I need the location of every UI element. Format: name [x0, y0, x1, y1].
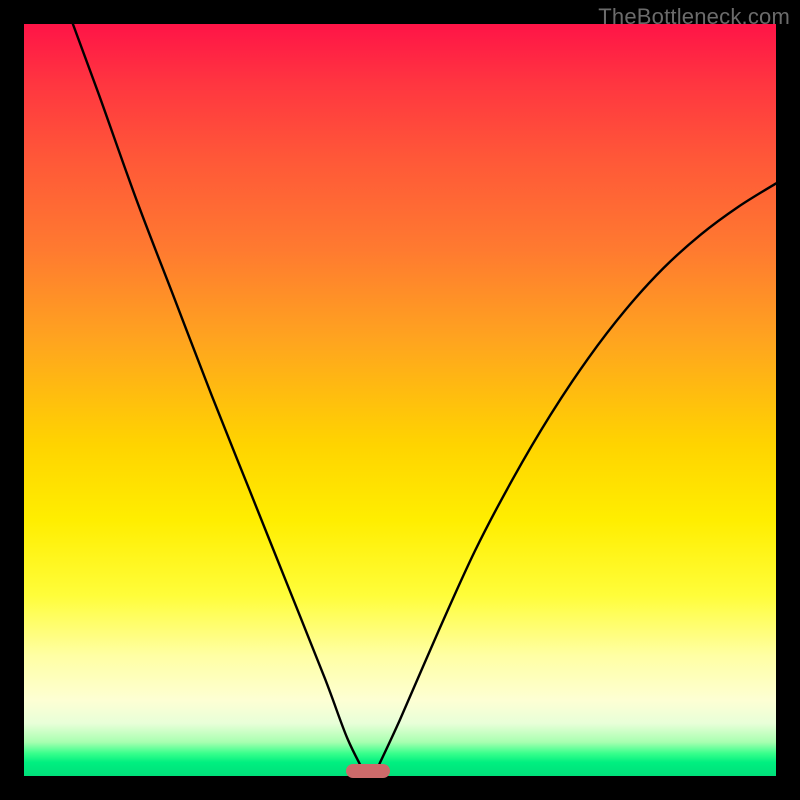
- curves-layer: [24, 24, 776, 776]
- baseline-marker: [346, 764, 390, 778]
- plot-area: [24, 24, 776, 776]
- curve-left: [73, 24, 366, 776]
- curve-right: [374, 183, 776, 776]
- watermark-text: TheBottleneck.com: [598, 4, 790, 30]
- chart-frame: TheBottleneck.com: [0, 0, 800, 800]
